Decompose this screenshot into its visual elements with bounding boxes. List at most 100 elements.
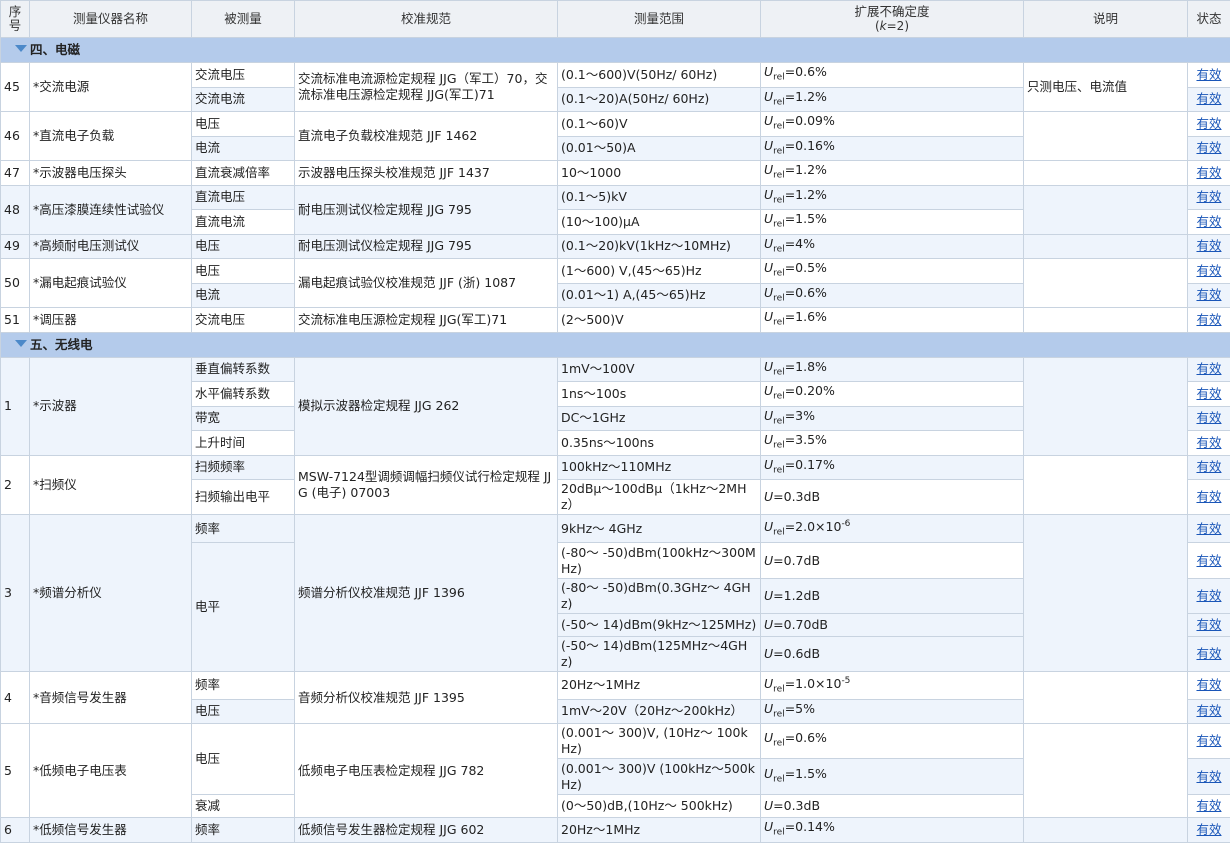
row-range: (0.1～20)kV(1kHz～10MHz): [558, 234, 761, 259]
status-cell: 有效: [1188, 185, 1230, 210]
row-quantity: 电压: [192, 234, 295, 259]
status-cell: 有效: [1188, 480, 1230, 515]
row-uncertainty: Urel=0.6%: [761, 724, 1024, 759]
row-uncertainty: U=0.6dB: [761, 637, 1024, 672]
row-standard: 漏电起痕试验仪校准规范 JJF (浙) 1087: [295, 259, 558, 308]
collapse-triangle-icon[interactable]: [15, 45, 27, 52]
status-cell: 有效: [1188, 724, 1230, 759]
status-link[interactable]: 有效: [1196, 459, 1221, 474]
row-note: [1024, 112, 1188, 161]
status-cell: 有效: [1188, 112, 1230, 137]
row-standard: 模拟示波器检定规程 JJG 262: [295, 357, 558, 455]
table-row: 6 *低频信号发生器 频率 低频信号发生器检定规程 JJG 602 20Hz～1…: [1, 818, 1230, 843]
status-link[interactable]: 有效: [1196, 798, 1221, 813]
row-quantity: 垂直偏转系数: [192, 357, 295, 382]
row-uncertainty: Urel=1.2%: [761, 185, 1024, 210]
status-link[interactable]: 有效: [1196, 214, 1221, 229]
row-uncertainty: U=0.3dB: [761, 480, 1024, 515]
status-link[interactable]: 有效: [1196, 410, 1221, 425]
row-quantity: 电平: [192, 543, 295, 672]
status-link[interactable]: 有效: [1196, 263, 1221, 278]
status-link[interactable]: 有效: [1196, 769, 1221, 784]
row-uncertainty: Urel=3.5%: [761, 431, 1024, 456]
section-row-radio[interactable]: 五、无线电: [1, 332, 1230, 357]
row-uncertainty: Urel=1.5%: [761, 210, 1024, 235]
row-name: *音频信号发生器: [30, 672, 192, 724]
status-link[interactable]: 有效: [1196, 361, 1221, 376]
status-cell: 有效: [1188, 672, 1230, 700]
row-seq: 49: [1, 234, 30, 259]
status-link[interactable]: 有效: [1196, 386, 1221, 401]
status-cell: 有效: [1188, 455, 1230, 480]
row-note: [1024, 308, 1188, 333]
collapse-triangle-icon[interactable]: [15, 340, 27, 347]
row-note: [1024, 185, 1188, 234]
row-quantity: 交流电压: [192, 308, 295, 333]
row-standard: MSW-7124型调频调幅扫频仪试行检定规程 JJG (电子) 07003: [295, 455, 558, 515]
row-seq: 6: [1, 818, 30, 843]
row-quantity: 频率: [192, 515, 295, 543]
row-quantity: 电压: [192, 699, 295, 724]
section-title: 四、电磁: [30, 42, 80, 57]
row-standard: 频谱分析仪校准规范 JJF 1396: [295, 515, 558, 672]
row-range: (0.1～600)V(50Hz/ 60Hz): [558, 63, 761, 88]
row-note: [1024, 259, 1188, 308]
row-note: [1024, 234, 1188, 259]
row-name: *示波器: [30, 357, 192, 455]
row-seq: 47: [1, 161, 30, 186]
row-quantity: 带宽: [192, 406, 295, 431]
status-cell: 有效: [1188, 431, 1230, 456]
status-cell: 有效: [1188, 87, 1230, 112]
section-title: 五、无线电: [30, 337, 93, 352]
status-cell: 有效: [1188, 759, 1230, 795]
status-link[interactable]: 有效: [1196, 67, 1221, 82]
status-link[interactable]: 有效: [1196, 287, 1221, 302]
status-link[interactable]: 有效: [1196, 165, 1221, 180]
row-quantity: 交流电流: [192, 87, 295, 112]
row-quantity: 频率: [192, 672, 295, 700]
row-range: (10～100)μA: [558, 210, 761, 235]
row-quantity: 衰减: [192, 795, 295, 818]
row-name: *高压漆膜连续性试验仪: [30, 185, 192, 234]
status-link[interactable]: 有效: [1196, 617, 1221, 632]
row-standard: 交流标准电流源检定规程 JJG（军工）70，交流标准电压源检定规程 JJG(军工…: [295, 63, 558, 112]
row-range: 20dBμ～100dBμ（1kHz～2MHz）: [558, 480, 761, 515]
status-link[interactable]: 有效: [1196, 189, 1221, 204]
row-note: [1024, 724, 1188, 818]
status-link[interactable]: 有效: [1196, 116, 1221, 131]
row-range: (0.01～50)A: [558, 136, 761, 161]
status-cell: 有效: [1188, 382, 1230, 407]
status-cell: 有效: [1188, 818, 1230, 843]
header-uncertainty-title: 扩展不确定度: [854, 4, 929, 19]
row-seq: 48: [1, 185, 30, 234]
status-link[interactable]: 有效: [1196, 91, 1221, 106]
row-standard: 耐电压测试仪检定规程 JJG 795: [295, 185, 558, 234]
header-quantity: 被测量: [192, 1, 295, 38]
table-row: 46 *直流电子负载 电压 直流电子负载校准规范 JJF 1462 (0.1～6…: [1, 112, 1230, 137]
status-link[interactable]: 有效: [1196, 703, 1221, 718]
status-link[interactable]: 有效: [1196, 822, 1221, 837]
row-range: (0.1～60)V: [558, 112, 761, 137]
status-link[interactable]: 有效: [1196, 140, 1221, 155]
status-link[interactable]: 有效: [1196, 553, 1221, 568]
status-link[interactable]: 有效: [1196, 435, 1221, 450]
status-link[interactable]: 有效: [1196, 489, 1221, 504]
status-link[interactable]: 有效: [1196, 312, 1221, 327]
status-link[interactable]: 有效: [1196, 677, 1221, 692]
row-uncertainty: Urel=1.0×10-5: [761, 672, 1024, 700]
status-cell: 有效: [1188, 614, 1230, 637]
section-row-electromagnetic[interactable]: 四、电磁: [1, 38, 1230, 63]
status-link[interactable]: 有效: [1196, 646, 1221, 661]
status-link[interactable]: 有效: [1196, 733, 1221, 748]
status-link[interactable]: 有效: [1196, 521, 1221, 536]
row-quantity: 直流电流: [192, 210, 295, 235]
header-uncertainty-k: (k=2): [875, 19, 909, 33]
status-link[interactable]: 有效: [1196, 238, 1221, 253]
status-cell: 有效: [1188, 543, 1230, 579]
row-standard: 直流电子负载校准规范 JJF 1462: [295, 112, 558, 161]
row-quantity: 电流: [192, 136, 295, 161]
status-link[interactable]: 有效: [1196, 588, 1221, 603]
status-cell: 有效: [1188, 795, 1230, 818]
table-row: 3 *频谱分析仪 频率 频谱分析仪校准规范 JJF 1396 9kHz～ 4GH…: [1, 515, 1230, 543]
header-status: 状态: [1188, 1, 1230, 38]
